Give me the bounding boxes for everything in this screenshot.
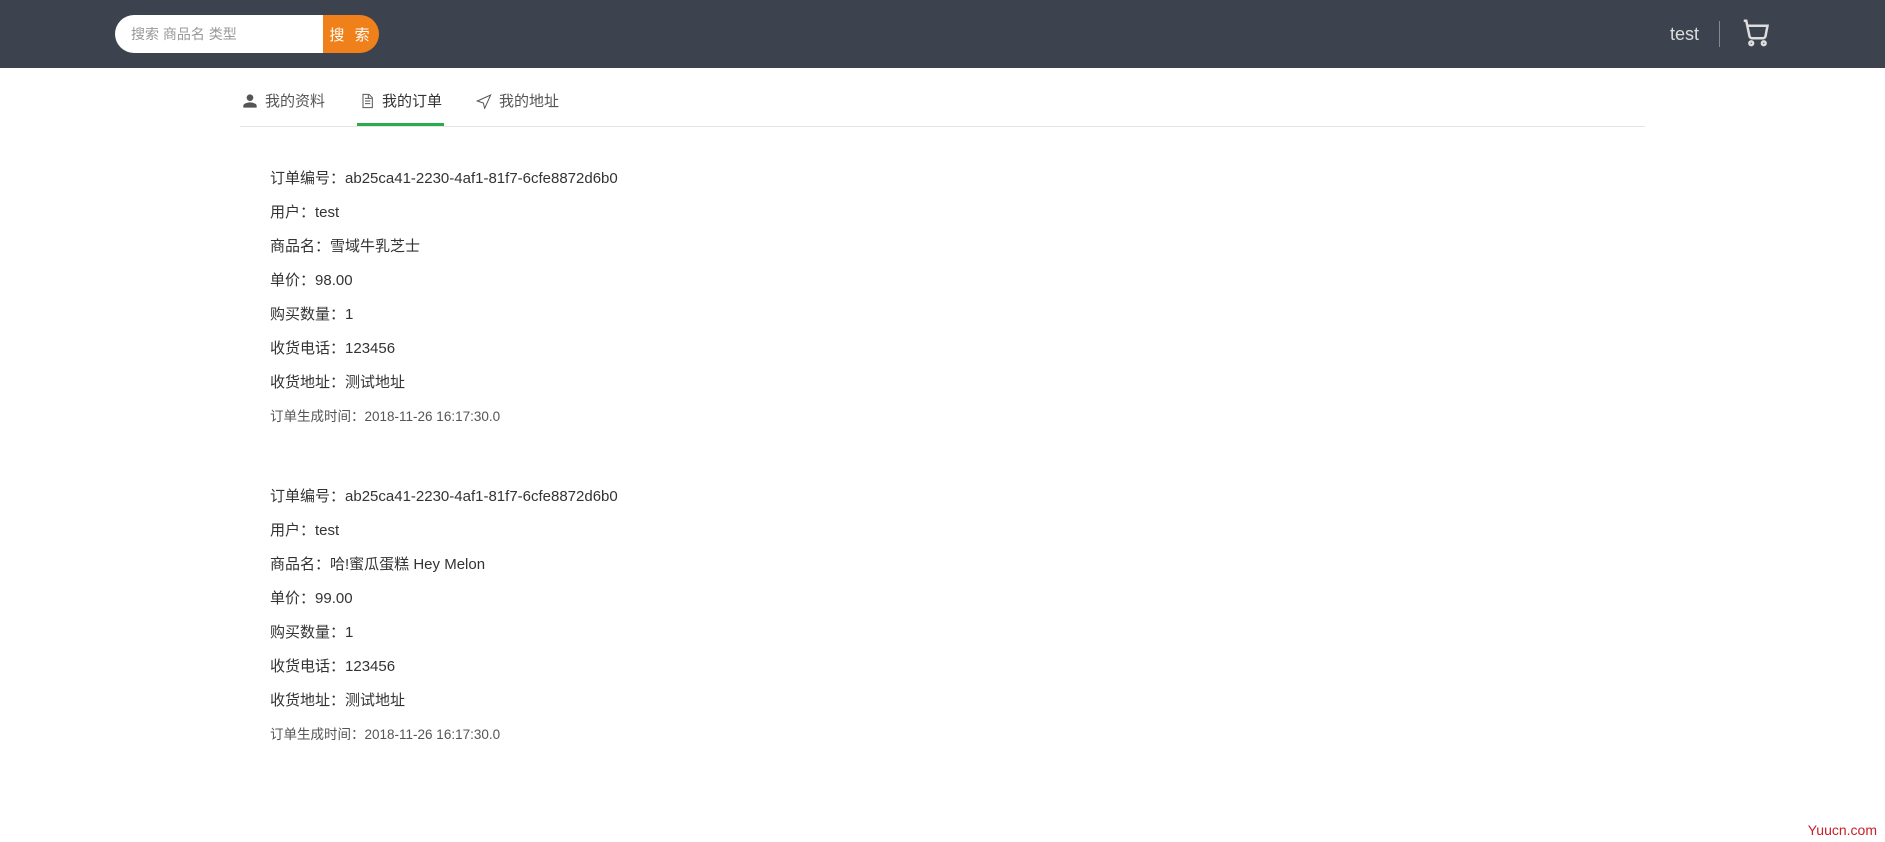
- order-price: 单价：99.00: [270, 587, 1615, 611]
- order-item: 订单编号：ab25ca41-2230-4af1-81f7-6cfe8872d6b…: [270, 167, 1615, 425]
- search-input[interactable]: [115, 15, 325, 53]
- tabs: 我的资料 我的订单 我的地址: [240, 68, 1645, 126]
- topbar: 搜 索 test: [0, 0, 1885, 68]
- search-button[interactable]: 搜 索: [323, 15, 379, 53]
- tab-profile[interactable]: 我的资料: [240, 78, 327, 126]
- watermark: Yuucn.com: [1808, 822, 1877, 838]
- order-address: 收货地址：测试地址: [270, 689, 1615, 713]
- order-created: 订单生成时间：2018-11-26 16:17:30.0: [270, 405, 1615, 425]
- tab-label: 我的订单: [382, 90, 442, 111]
- tab-label: 我的资料: [265, 90, 325, 111]
- document-icon: [359, 93, 375, 109]
- order-no: 订单编号：ab25ca41-2230-4af1-81f7-6cfe8872d6b…: [270, 485, 1615, 509]
- order-item: 订单编号：ab25ca41-2230-4af1-81f7-6cfe8872d6b…: [270, 485, 1615, 743]
- user-icon: [242, 93, 258, 109]
- cart-icon[interactable]: [1740, 17, 1770, 52]
- order-product: 商品名：雪域牛乳芝士: [270, 235, 1615, 259]
- tab-address[interactable]: 我的地址: [474, 78, 561, 126]
- order-quantity: 购买数量：1: [270, 303, 1615, 327]
- order-quantity: 购买数量：1: [270, 621, 1615, 645]
- username-link[interactable]: test: [1670, 24, 1699, 45]
- tab-label: 我的地址: [499, 90, 559, 111]
- tabs-container: 我的资料 我的订单 我的地址: [240, 68, 1645, 127]
- order-phone: 收货电话：123456: [270, 655, 1615, 679]
- send-icon: [476, 93, 492, 109]
- divider: [1719, 21, 1720, 47]
- order-created: 订单生成时间：2018-11-26 16:17:30.0: [270, 723, 1615, 743]
- content: 订单编号：ab25ca41-2230-4af1-81f7-6cfe8872d6b…: [240, 167, 1645, 743]
- order-phone: 收货电话：123456: [270, 337, 1615, 361]
- order-product: 商品名：哈!蜜瓜蛋糕 Hey Melon: [270, 553, 1615, 577]
- order-user: 用户：test: [270, 519, 1615, 543]
- order-address: 收货地址：测试地址: [270, 371, 1615, 395]
- search-wrap: 搜 索: [115, 15, 379, 53]
- tab-orders[interactable]: 我的订单: [357, 78, 444, 126]
- topbar-right: test: [1670, 17, 1770, 52]
- order-price: 单价：98.00: [270, 269, 1615, 293]
- order-user: 用户：test: [270, 201, 1615, 225]
- order-no: 订单编号：ab25ca41-2230-4af1-81f7-6cfe8872d6b…: [270, 167, 1615, 191]
